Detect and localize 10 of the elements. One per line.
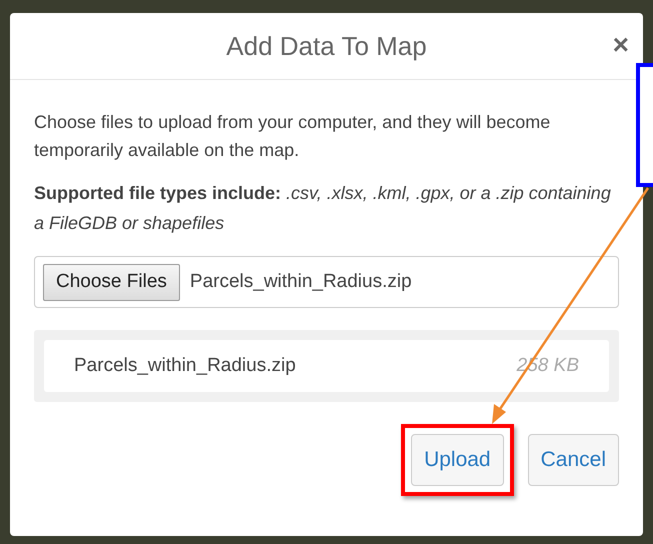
- supported-types-text: Supported file types include: .csv, .xlsx, .kml, .gpx, or a .zip containing a FileGDB or shapefiles: [34, 182, 612, 235]
- upload-button[interactable]: Upload: [411, 434, 504, 486]
- choose-files-button[interactable]: Choose Files: [43, 264, 180, 300]
- file-name: Parcels_within_Radius.zip: [74, 354, 296, 378]
- dialog-title: Add Data To Map: [226, 30, 427, 62]
- cancel-button[interactable]: Cancel: [528, 434, 619, 486]
- selected-file-name: Parcels_within_Radius.zip: [190, 270, 412, 294]
- description-text: Choose files to upload from your computer, and they will become temporarily available on the map.: [34, 111, 552, 162]
- file-input[interactable]: Choose Files Parcels_within_Radius.zip: [34, 256, 619, 308]
- close-button[interactable]: ×: [612, 31, 629, 59]
